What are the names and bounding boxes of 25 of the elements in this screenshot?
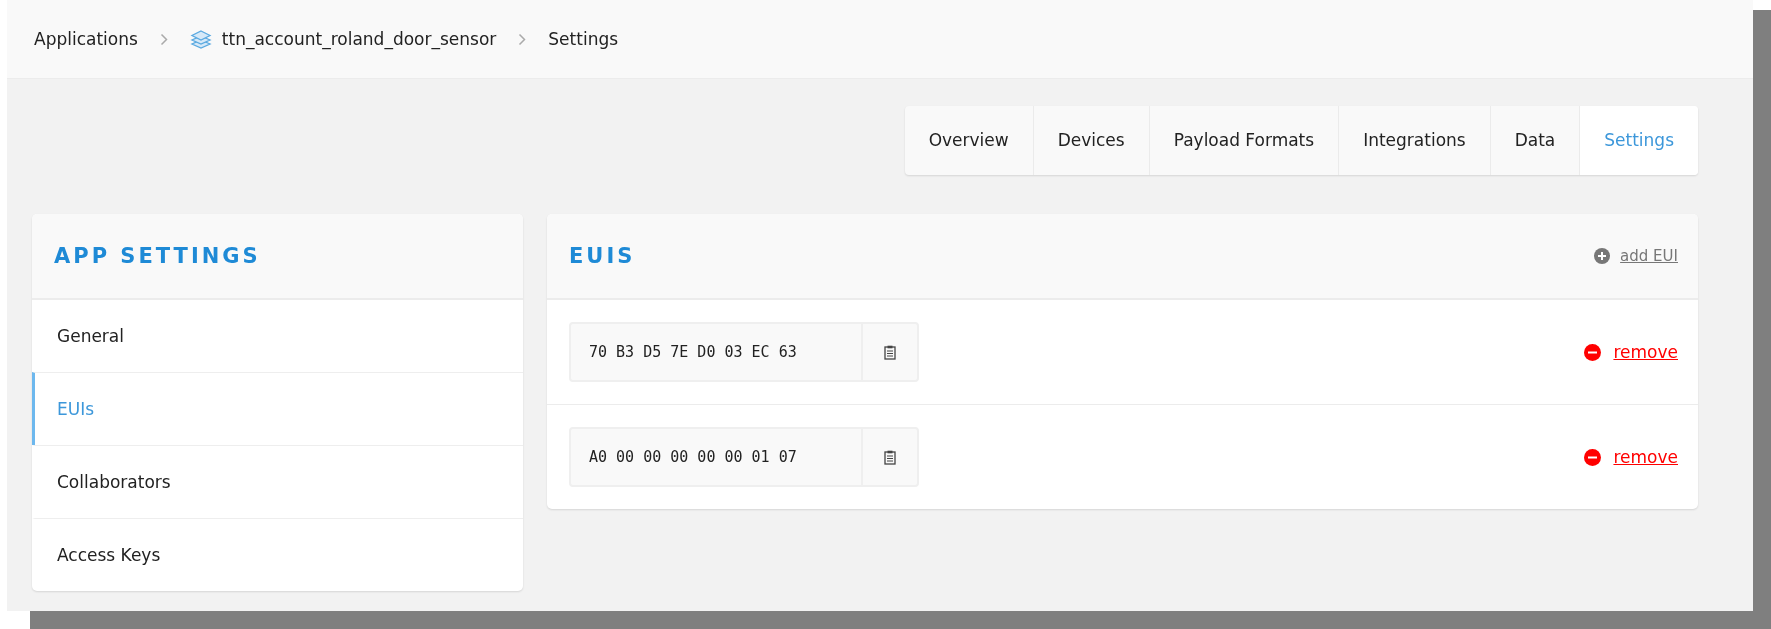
tab[interactable]: Integrations (1338, 106, 1490, 175)
breadcrumb-link[interactable]: ttn_account_roland_door_sensor (221, 29, 497, 49)
eui-field[interactable]: A0 00 00 00 00 00 01 07 (569, 427, 919, 487)
clipboard-icon (884, 344, 896, 360)
sidebar-item[interactable]: Collaborators (32, 445, 523, 518)
tab[interactable]: Overview (904, 106, 1033, 175)
plus-circle-icon (1594, 248, 1611, 264)
breadcrumb-link[interactable]: Applications (34, 29, 138, 49)
chevron-icon (159, 32, 168, 46)
eui-field[interactable]: 70 B3 D5 7E D0 03 EC 63 (569, 322, 919, 382)
breadcrumb-current: Settings (548, 29, 619, 49)
tab[interactable]: Devices (1032, 106, 1149, 175)
clipboard-icon (884, 449, 896, 465)
minus-circle-icon (1584, 343, 1602, 361)
remove-link[interactable]: remove (1613, 447, 1678, 467)
sidebar-item[interactable]: General (32, 300, 523, 372)
sidebar-item[interactable]: Access Keys (32, 518, 523, 591)
layers-icon (189, 28, 212, 50)
panel-title: APP SETTINGS (54, 244, 261, 268)
remove-link[interactable]: remove (1613, 342, 1678, 362)
tab[interactable]: Payload Formats (1148, 106, 1339, 175)
panel-title: EUIS (569, 244, 636, 268)
chevron-icon (518, 32, 527, 46)
minus-circle-icon (1584, 448, 1602, 466)
add-eui-link[interactable]: add EUI (1620, 247, 1678, 265)
